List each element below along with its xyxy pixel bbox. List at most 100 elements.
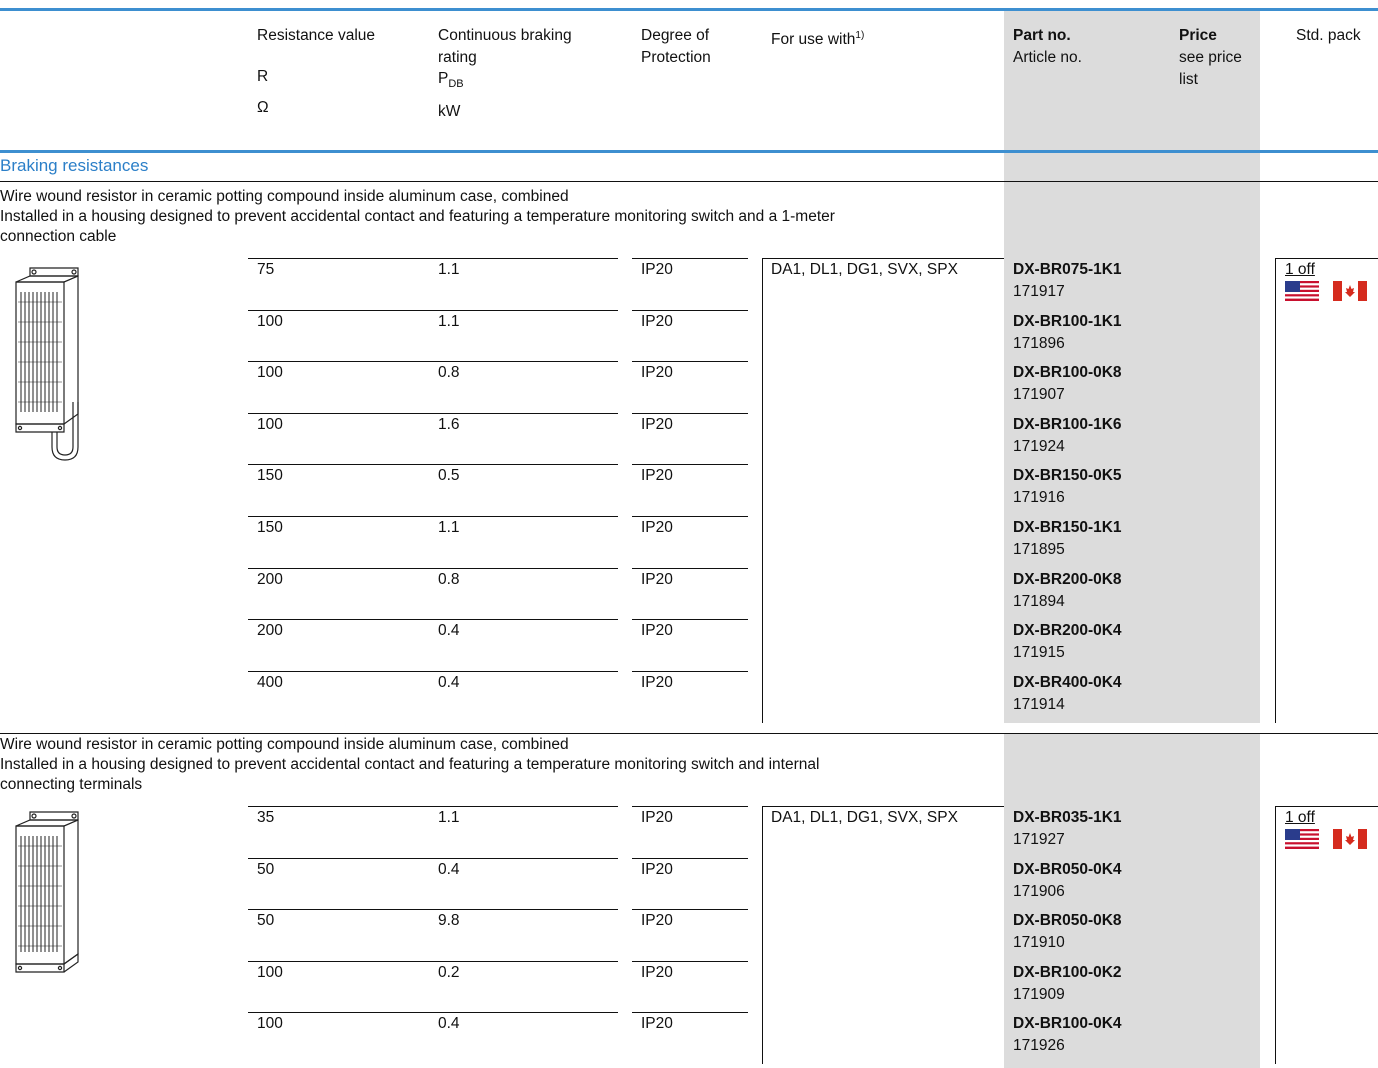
article-number: 171916 (1013, 489, 1065, 506)
part-number: DX-BR050-0K4 (1013, 861, 1122, 878)
row-rule-left (248, 258, 618, 259)
header-price: Price see price list (1179, 27, 1242, 88)
protection-degree: IP20 (641, 809, 673, 826)
resistance-value: 150 (257, 519, 283, 536)
resistance-value: 100 (257, 364, 283, 381)
row-rule-left (248, 671, 618, 672)
row-rule-left (248, 1012, 618, 1013)
article-number: 171907 (1013, 386, 1065, 403)
article-number: 171914 (1013, 696, 1065, 713)
resistance-value: 35 (257, 809, 275, 826)
resistance-value: 200 (257, 571, 283, 588)
protection-degree: IP20 (641, 519, 673, 536)
article-number: 171926 (1013, 1037, 1065, 1054)
braking-rating: 0.5 (438, 467, 460, 484)
part-number: DX-BR035-1K1 (1013, 809, 1122, 826)
header-use-with: For use with1) (771, 30, 865, 49)
protection-degree: IP20 (641, 364, 673, 381)
braking-rating: 9.8 (438, 912, 460, 929)
group1-desc-line3: connection cable (0, 228, 117, 245)
row-rule-left (248, 361, 618, 362)
row-rule-left (248, 464, 618, 465)
part-number: DX-BR150-1K1 (1013, 519, 1122, 536)
row-rule-left (248, 858, 618, 859)
resistance-value: 100 (257, 964, 283, 981)
article-number: 171924 (1013, 438, 1065, 455)
braking-rating: 1.1 (438, 313, 460, 330)
canada-flag-icon (1333, 829, 1367, 849)
group2-desc-line2: Installed in a housing designed to preve… (0, 756, 820, 773)
protection-degree: IP20 (641, 674, 673, 691)
group2-desc-line1: Wire wound resistor in ceramic potting c… (0, 736, 569, 753)
protection-degree: IP20 (641, 622, 673, 639)
braking-rating: 1.1 (438, 261, 460, 278)
group1-std-pack-divider (1275, 258, 1276, 723)
row-rule-left (248, 310, 618, 311)
us-flag-icon (1285, 281, 1319, 301)
part-number: DX-BR400-0K4 (1013, 674, 1122, 691)
braking-rating: 1.6 (438, 416, 460, 433)
group1-use-with-divider (762, 258, 763, 723)
article-number: 171909 (1013, 986, 1065, 1003)
part-number: DX-BR100-1K1 (1013, 313, 1122, 330)
article-number: 171895 (1013, 541, 1065, 558)
part-number: DX-BR050-0K8 (1013, 912, 1122, 929)
resistance-value: 100 (257, 416, 283, 433)
group1-use-with: DA1, DL1, DG1, SVX, SPX (771, 261, 958, 278)
article-number: 171910 (1013, 934, 1065, 951)
row-rule-left (248, 568, 618, 569)
braking-rating: 0.8 (438, 571, 460, 588)
section-part-bg (1004, 153, 1260, 181)
part-number: DX-BR100-1K6 (1013, 416, 1122, 433)
row-rule-left (248, 806, 618, 807)
protection-degree: IP20 (641, 571, 673, 588)
protection-degree: IP20 (641, 964, 673, 981)
part-number: DX-BR100-0K2 (1013, 964, 1122, 981)
protection-degree: IP20 (641, 261, 673, 278)
header-protection: Degree of Protection (641, 27, 711, 66)
resistance-value: 100 (257, 313, 283, 330)
group1-std-pack: 1 off (1285, 261, 1315, 278)
group2-desc-line3: connecting terminals (0, 776, 143, 793)
article-number: 171894 (1013, 593, 1065, 610)
protection-degree: IP20 (641, 861, 673, 878)
resistance-value: 200 (257, 622, 283, 639)
braking-rating: 0.4 (438, 622, 460, 639)
protection-degree: IP20 (641, 313, 673, 330)
header-braking: Continuous braking rating PDB kW (438, 27, 572, 121)
group2-use-with-divider (762, 806, 763, 1064)
part-number: DX-BR100-0K4 (1013, 1015, 1122, 1032)
group1-desc-line2: Installed in a housing designed to preve… (0, 208, 835, 225)
us-flag-icon (1285, 829, 1319, 849)
canada-flag-icon (1333, 281, 1367, 301)
part-number: DX-BR100-0K8 (1013, 364, 1122, 381)
braking-rating: 0.4 (438, 674, 460, 691)
article-number: 171906 (1013, 883, 1065, 900)
header-std-pack: Std. pack (1296, 27, 1361, 44)
braking-rating: 0.2 (438, 964, 460, 981)
resistance-value: 400 (257, 674, 283, 691)
article-number: 171915 (1013, 644, 1065, 661)
group1-desc-line1: Wire wound resistor in ceramic potting c… (0, 188, 569, 205)
group2-std-pack: 1 off (1285, 809, 1315, 826)
resistance-value: 150 (257, 467, 283, 484)
resistance-value: 75 (257, 261, 275, 278)
header-resistance: Resistance value R Ω (257, 27, 376, 116)
article-number: 171927 (1013, 831, 1065, 848)
article-number: 171917 (1013, 283, 1065, 300)
resistor-with-terminals-image (15, 811, 79, 973)
protection-degree: IP20 (641, 416, 673, 433)
row-rule-left (248, 909, 618, 910)
row-rule-left (248, 961, 618, 962)
row-rule-left (248, 619, 618, 620)
group2-std-pack-divider (1275, 806, 1276, 1064)
braking-rating: 1.1 (438, 519, 460, 536)
header-part-no: Part no. Article no. (1013, 27, 1082, 66)
part-number: DX-BR200-0K4 (1013, 622, 1122, 639)
resistor-with-cable-image (15, 267, 79, 461)
part-number: DX-BR200-0K8 (1013, 571, 1122, 588)
part-number: DX-BR075-1K1 (1013, 261, 1122, 278)
article-number: 171896 (1013, 335, 1065, 352)
braking-rating: 0.8 (438, 364, 460, 381)
protection-degree: IP20 (641, 912, 673, 929)
